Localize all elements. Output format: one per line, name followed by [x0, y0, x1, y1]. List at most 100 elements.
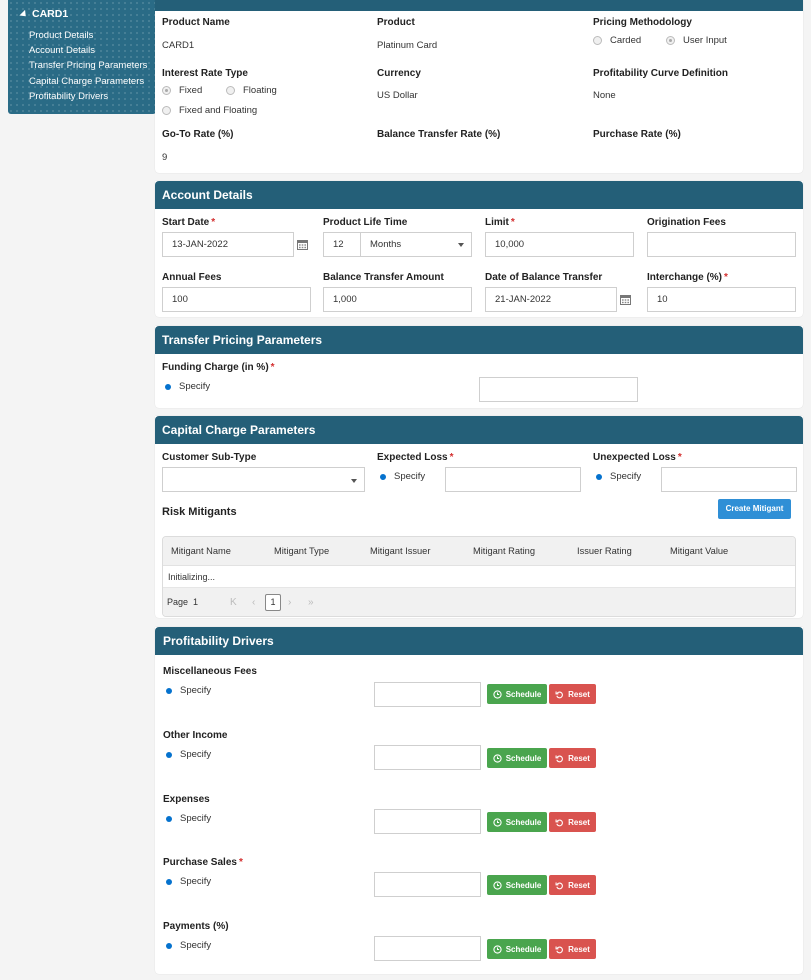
- start-date-input[interactable]: 13-JAN-2022: [162, 232, 294, 257]
- clock-icon: [493, 753, 502, 763]
- expected-loss-specify-radio[interactable]: Specify: [380, 471, 425, 482]
- column-header-mitigant-value[interactable]: Mitigant Value: [670, 537, 728, 566]
- column-header-mitigant-rating[interactable]: Mitigant Rating: [473, 537, 535, 566]
- other-income-input[interactable]: [374, 745, 481, 770]
- funding-charge-specify-radio[interactable]: Specify: [165, 381, 210, 392]
- grid-header-row: Mitigant Name Mitigant Type Mitigant Iss…: [163, 537, 795, 566]
- previous-page-icon[interactable]: ‹: [252, 588, 255, 616]
- payments-schedule-button[interactable]: Schedule: [487, 939, 547, 959]
- interchange-input[interactable]: 10: [647, 287, 796, 312]
- tree-item-transfer-pricing-parameters[interactable]: Transfer Pricing Parameters: [29, 58, 147, 73]
- tree-item-account-details[interactable]: Account Details: [29, 43, 147, 58]
- column-header-mitigant-name[interactable]: Mitigant Name: [171, 537, 231, 566]
- radio-label: Specify: [180, 940, 212, 951]
- pricing-methodology-label: Pricing Methodology: [593, 17, 692, 28]
- purchase-sales-reset-button[interactable]: Reset: [549, 875, 596, 895]
- grid-pager: Page 1 K ‹ 1 › »: [163, 588, 795, 616]
- radio-label: Carded: [610, 35, 642, 46]
- column-header-mitigant-type[interactable]: Mitigant Type: [274, 537, 329, 566]
- interchange-label: Interchange (%) *: [647, 272, 728, 283]
- other-income-specify-radio[interactable]: Specify: [166, 749, 211, 760]
- button-label: Schedule: [505, 817, 542, 827]
- tree-root-label: CARD1: [32, 8, 69, 20]
- transfer-pricing-header: Transfer Pricing Parameters: [155, 326, 803, 354]
- other-income-schedule-button[interactable]: Schedule: [487, 748, 547, 768]
- payments-input[interactable]: [374, 936, 481, 961]
- tree-root-card1[interactable]: CARD1: [19, 8, 69, 20]
- button-label: Reset: [568, 944, 590, 954]
- chevron-down-icon: [351, 479, 357, 483]
- annual-fees-input[interactable]: 100: [162, 287, 311, 312]
- next-page-icon[interactable]: ›: [288, 588, 291, 616]
- purchase-sales-input[interactable]: [374, 872, 481, 897]
- last-page-icon[interactable]: »: [308, 588, 314, 616]
- radio-label: Specify: [180, 685, 212, 696]
- product-value: Platinum Card: [377, 40, 438, 51]
- calendar-icon[interactable]: [297, 239, 308, 250]
- unexpected-loss-input[interactable]: [661, 467, 797, 492]
- button-label: Reset: [568, 689, 590, 699]
- interest-radio-floating[interactable]: Floating: [226, 85, 277, 96]
- date-of-balance-transfer-input[interactable]: 21-JAN-2022: [485, 287, 617, 312]
- expenses-specify-radio[interactable]: Specify: [166, 813, 211, 824]
- undo-icon: [555, 945, 564, 953]
- button-label: Reset: [568, 753, 590, 763]
- expenses-reset-button[interactable]: Reset: [549, 812, 596, 832]
- purchase-sales-specify-radio[interactable]: Specify: [166, 876, 211, 887]
- balance-transfer-amount-input[interactable]: 1,000: [323, 287, 472, 312]
- product-life-time-input[interactable]: 12: [323, 232, 361, 257]
- expected-loss-input[interactable]: [445, 467, 581, 492]
- tree-item-profitability-drivers[interactable]: Profitability Drivers: [29, 89, 147, 104]
- button-label: Schedule: [505, 944, 542, 954]
- transfer-pricing-panel: Transfer Pricing Parameters Funding Char…: [155, 326, 803, 408]
- payments-specify-radio[interactable]: Specify: [166, 940, 211, 951]
- tree-item-product-details[interactable]: Product Details: [29, 28, 147, 43]
- product-name-value: CARD1: [162, 40, 195, 51]
- misc-fees-schedule-button[interactable]: Schedule: [487, 684, 547, 704]
- clock-icon: [493, 689, 502, 699]
- radio-label: Specify: [179, 381, 211, 392]
- radio-button-icon: [162, 106, 171, 115]
- funding-charge-input[interactable]: [479, 377, 638, 402]
- column-header-issuer-rating[interactable]: Issuer Rating: [577, 537, 632, 566]
- expenses-input[interactable]: [374, 809, 481, 834]
- profitability-curve-value: None: [593, 90, 616, 101]
- tree-item-capital-charge-parameters[interactable]: Capital Charge Parameters: [29, 74, 147, 89]
- pricing-radio-user-input[interactable]: User Input: [666, 35, 727, 46]
- profitability-curve-label: Profitability Curve Definition: [593, 68, 729, 79]
- purchase-sales-schedule-button[interactable]: Schedule: [487, 875, 547, 895]
- misc-fees-input[interactable]: [374, 682, 481, 707]
- current-page-box[interactable]: 1: [265, 594, 281, 611]
- page-label: Page: [167, 597, 189, 607]
- unexpected-loss-label: Unexpected Loss *: [593, 452, 682, 463]
- create-mitigant-button[interactable]: Create Mitigant: [718, 499, 791, 519]
- radio-button-icon: [226, 86, 235, 95]
- interest-radio-fixed-and-floating[interactable]: Fixed and Floating: [162, 105, 257, 116]
- misc-fees-reset-button[interactable]: Reset: [549, 684, 596, 704]
- product-life-unit-select[interactable]: Months: [360, 232, 472, 257]
- other-income-reset-button[interactable]: Reset: [549, 748, 596, 768]
- payments-reset-button[interactable]: Reset: [549, 939, 596, 959]
- radio-selected-icon: [380, 473, 386, 480]
- calendar-icon[interactable]: [620, 294, 631, 305]
- radio-label: Fixed and Floating: [179, 105, 258, 116]
- clock-icon: [493, 944, 502, 954]
- interest-rate-type-label: Interest Rate Type: [162, 68, 248, 79]
- unexpected-loss-specify-radio[interactable]: Specify: [596, 471, 641, 482]
- column-header-mitigant-issuer[interactable]: Mitigant Issuer: [370, 537, 430, 566]
- collapse-caret-icon[interactable]: [19, 9, 29, 19]
- origination-fees-input[interactable]: [647, 232, 796, 257]
- limit-input[interactable]: 10,000: [485, 232, 634, 257]
- pricing-radio-carded[interactable]: Carded: [593, 35, 641, 46]
- radio-label: Floating: [243, 85, 277, 96]
- chevron-down-icon: [458, 243, 464, 247]
- select-value: Months: [370, 239, 402, 250]
- expenses-schedule-button[interactable]: Schedule: [487, 812, 547, 832]
- other-income-label: Other Income: [163, 730, 228, 741]
- goto-rate-value: 9: [162, 152, 168, 163]
- interest-radio-fixed[interactable]: Fixed: [162, 85, 202, 96]
- first-page-icon[interactable]: K: [230, 588, 237, 616]
- misc-fees-specify-radio[interactable]: Specify: [166, 685, 211, 696]
- currency-label: Currency: [377, 68, 421, 79]
- customer-subtype-select[interactable]: [162, 467, 365, 492]
